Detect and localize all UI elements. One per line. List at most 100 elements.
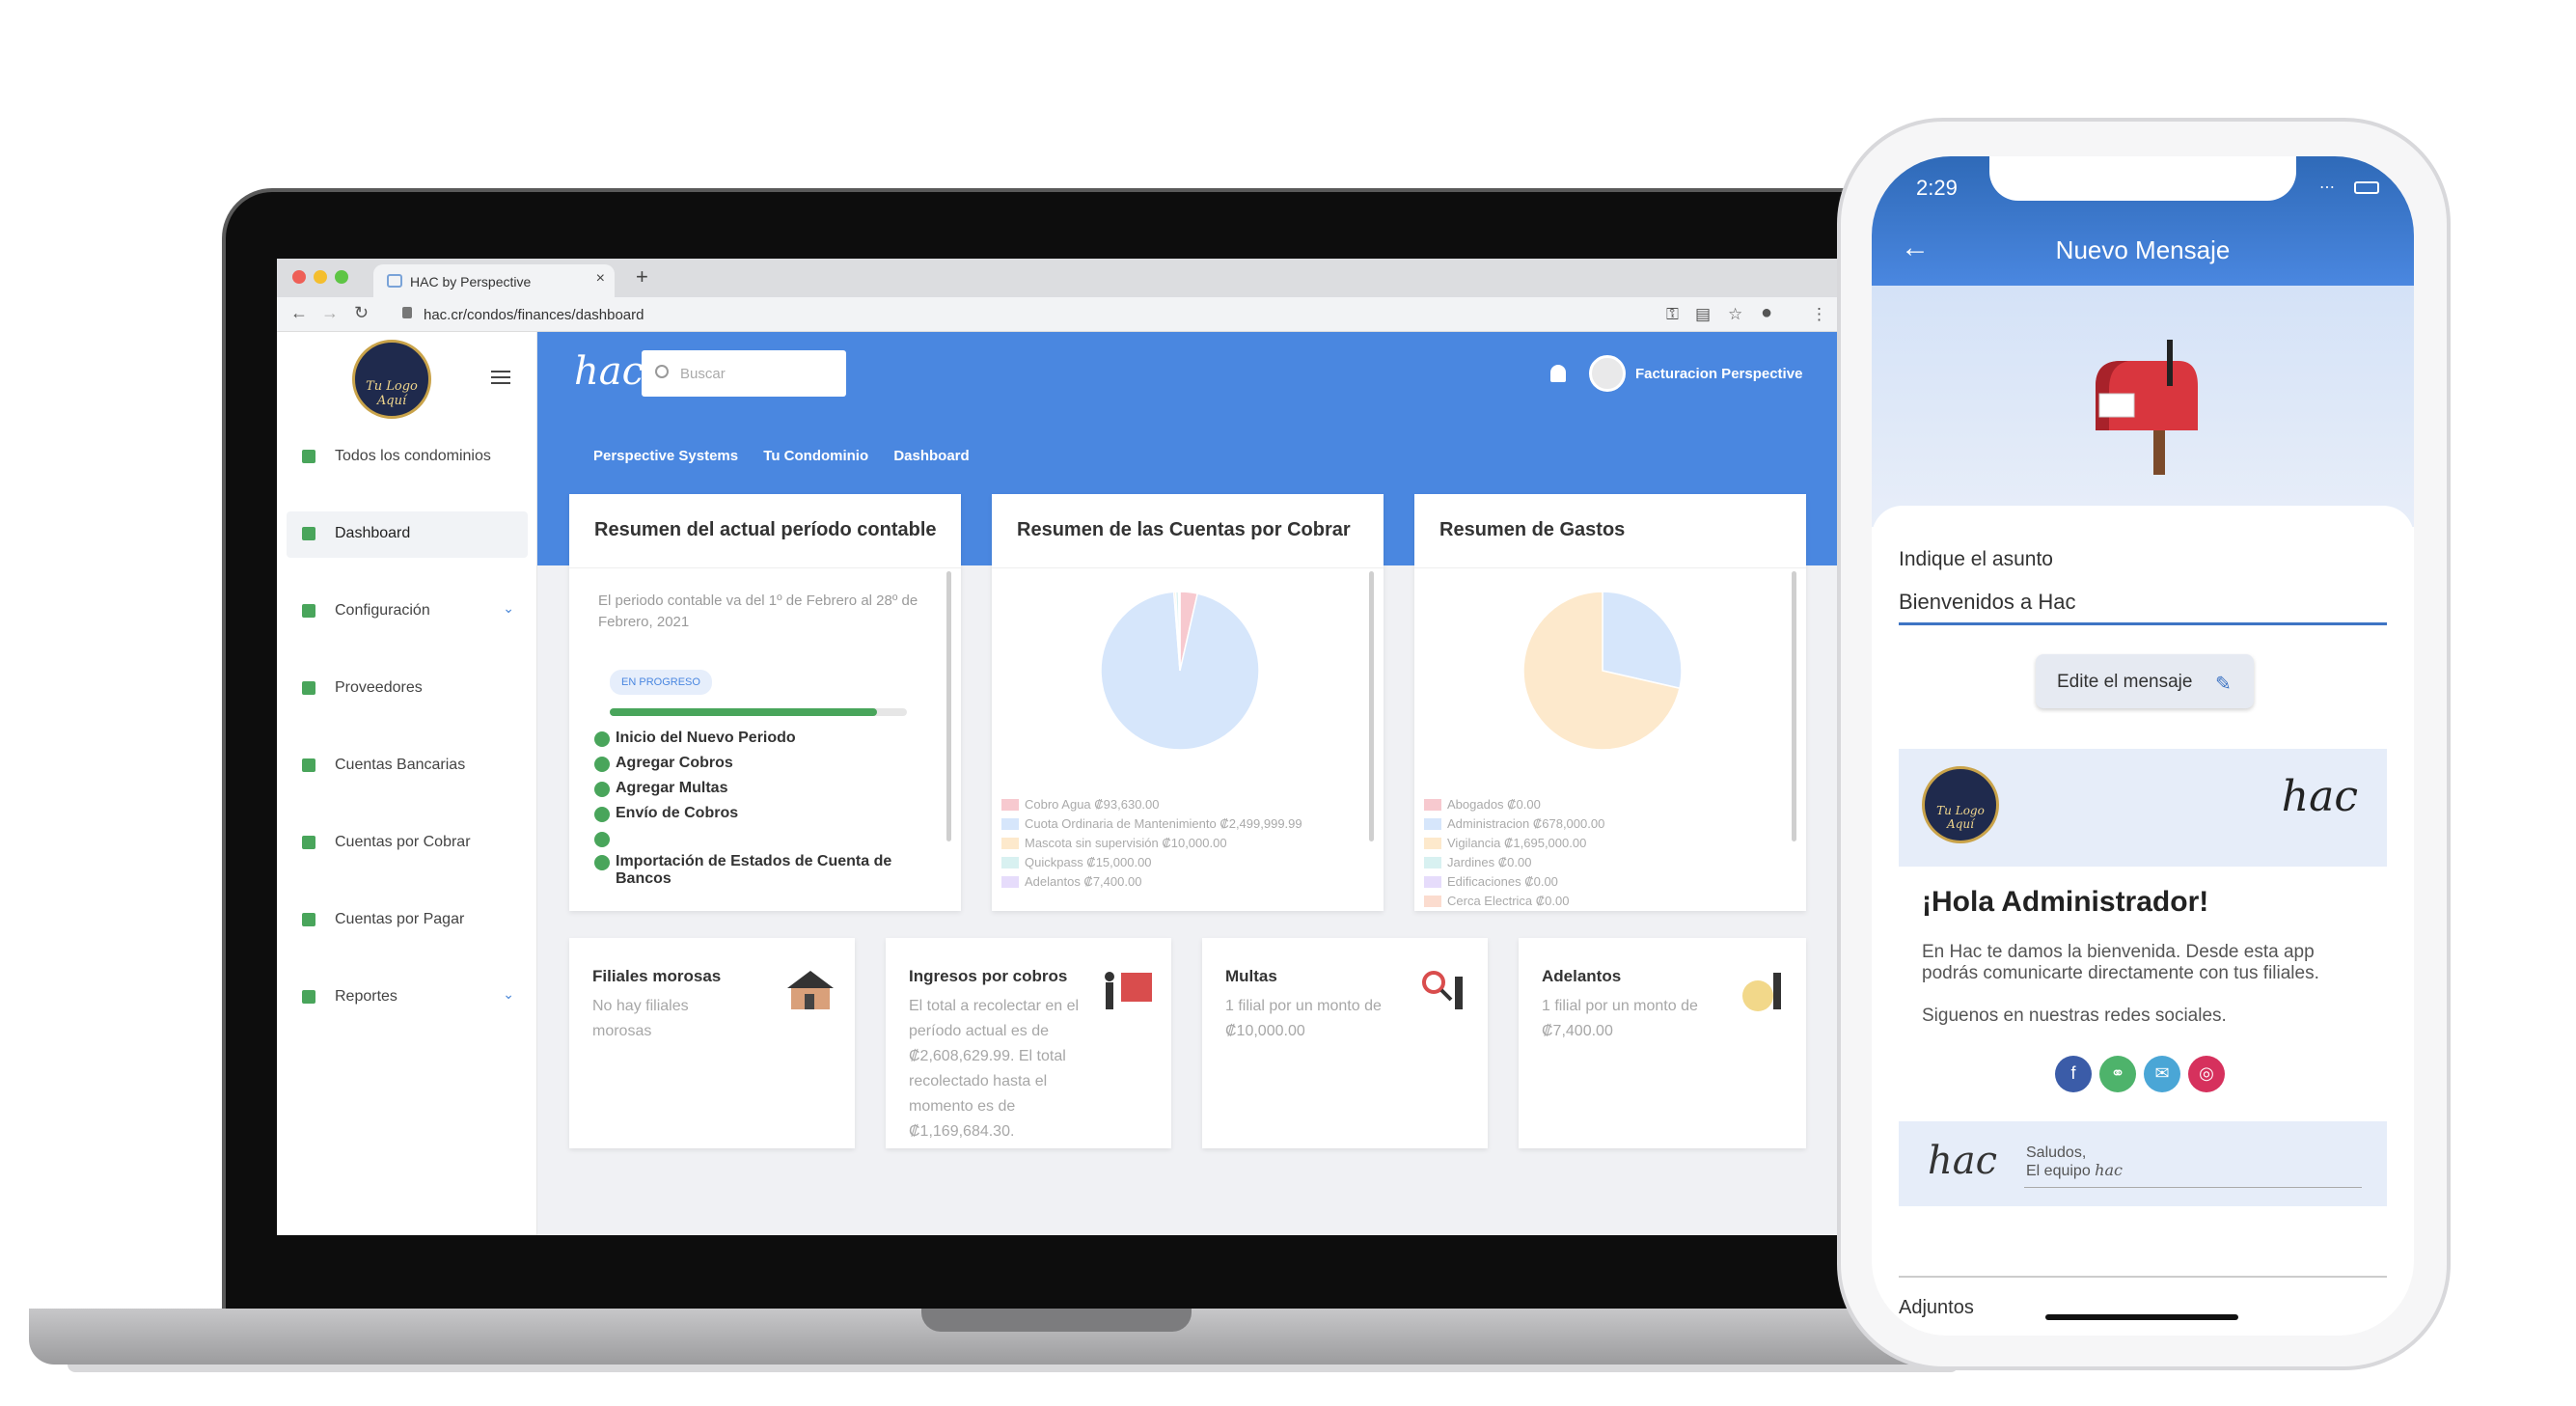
tab-close-icon[interactable]: × (596, 270, 605, 288)
attachments-label[interactable]: Adjuntos (1899, 1297, 1974, 1319)
step-item: Agregar Cobros (594, 755, 922, 772)
legend-item[interactable]: Jardines ₡0.00 (1424, 853, 1604, 872)
legend-swatch (1424, 818, 1441, 830)
star-icon[interactable]: ☆ (1728, 305, 1742, 324)
sidebar-item-label: Cuentas Bancarias (335, 757, 466, 773)
bell-icon[interactable] (1550, 365, 1566, 382)
sidebar-item[interactable]: Dashboard (287, 511, 528, 558)
hac-logo[interactable]: hac (574, 349, 644, 394)
legend-item[interactable]: Mascota sin supervisión ₡10,000.00 (1001, 834, 1302, 853)
legend-item[interactable]: Edificaciones ₡0.00 (1424, 872, 1604, 892)
condo-logo[interactable]: Tu Logo Aquí (352, 340, 431, 419)
mail-icon[interactable]: ✉ (2144, 1056, 2180, 1092)
summary-card-filiales[interactable]: Filiales morosas No hay filiales morosas (569, 938, 855, 1148)
breadcrumb-item[interactable]: Perspective Systems (593, 448, 738, 464)
step-label: Envío de Cobros (616, 805, 739, 821)
laptop-shadow (68, 1365, 1959, 1372)
profile-icon[interactable]: ● (1761, 302, 1772, 324)
sidebar-item-label: Todos los condominios (335, 448, 491, 464)
sidebar-item[interactable]: Proveedores (287, 666, 528, 712)
legend-label: Edificaciones ₡0.00 (1447, 874, 1558, 889)
instagram-icon[interactable]: ◎ (2188, 1056, 2225, 1092)
card-title: Multas (1225, 967, 1277, 985)
sidebar-item[interactable]: Configuración ⌄ (287, 589, 528, 635)
sidebar-item-label: Configuración (335, 602, 430, 619)
legend-label: Cuota Ordinaria de Mantenimiento ₡2,499,… (1025, 816, 1302, 831)
user-name[interactable]: Facturacion Perspective (1635, 366, 1802, 382)
sidebar-item[interactable]: Todos los condominios (287, 434, 528, 481)
scrollbar[interactable] (1792, 571, 1796, 841)
summary-card-adelantos[interactable]: Adelantos 1 filial por un monto de ₡7,40… (1519, 938, 1806, 1148)
legend-item[interactable]: Cobro Agua ₡93,630.00 (1001, 795, 1302, 814)
minimize-window-dot[interactable] (314, 270, 327, 284)
edit-message-button[interactable]: Edite el mensaje ✎ (2036, 654, 2254, 708)
message-body: En Hac te damos la bienvenida. Desde est… (1922, 942, 2319, 983)
forward-arrow-icon[interactable]: → (321, 303, 339, 323)
scrollbar[interactable] (946, 571, 951, 841)
search-input[interactable]: Buscar (642, 350, 846, 397)
sidebar-item[interactable]: Cuentas por Pagar (287, 897, 528, 944)
phone-notch (1989, 156, 2296, 201)
sidebar-item-label: Reportes (335, 988, 397, 1005)
legend-label: Cobro Agua ₡93,630.00 (1025, 797, 1160, 812)
url-field[interactable]: hac.cr/condos/finances/dashboard (424, 307, 644, 323)
browser-tab-strip: HAC by Perspective × + (277, 259, 1840, 297)
chevron-down-icon[interactable]: ⌄ (503, 600, 514, 617)
summary-card-multas[interactable]: Multas 1 filial por un monto de ₡10,000.… (1202, 938, 1488, 1148)
legend-item[interactable]: Adelantos ₡7,400.00 (1001, 872, 1302, 892)
legend-item[interactable]: Quickpass ₡15,000.00 (1001, 853, 1302, 872)
sidebar-item-label: Dashboard (335, 525, 411, 541)
search-placeholder: Buscar (680, 366, 726, 382)
condo-logo: Tu Logo Aquí (1922, 766, 1999, 843)
new-tab-icon[interactable]: + (636, 264, 648, 289)
check-icon (594, 731, 610, 747)
facebook-icon[interactable]: f (2055, 1056, 2092, 1092)
legend-label: Abogados ₡0.00 (1447, 797, 1541, 812)
legend-item[interactable]: Vigilancia ₡1,695,000.00 (1424, 834, 1604, 853)
close-window-dot[interactable] (292, 270, 306, 284)
pencil-icon: ✎ (2215, 674, 2232, 695)
legend-swatch (1001, 857, 1019, 868)
hamburger-menu-icon[interactable] (491, 371, 510, 384)
subject-input[interactable] (1899, 581, 2387, 625)
message-greeting: ¡Hola Administrador! (1922, 886, 2209, 918)
page-title: Nuevo Mensaje (2055, 235, 2231, 264)
legend-item[interactable]: Cerca Electrica ₡0.00 (1424, 892, 1604, 911)
breadcrumb-item[interactable]: Tu Condominio (763, 448, 868, 464)
maximize-window-dot[interactable] (335, 270, 348, 284)
breadcrumb-item[interactable]: Dashboard (893, 448, 969, 464)
key-icon[interactable]: ⚿ (1666, 305, 1679, 324)
divider (1414, 567, 1806, 568)
lock-icon (302, 836, 315, 849)
back-arrow-icon[interactable]: ← (290, 303, 308, 323)
legend-item[interactable]: Administracion ₡678,000.00 (1424, 814, 1604, 834)
menu-dots-icon[interactable]: ⋮ (1811, 305, 1827, 324)
chevron-down-icon[interactable]: ⌄ (503, 986, 514, 1003)
legend-swatch (1424, 857, 1441, 868)
legend-swatch (1001, 818, 1019, 830)
hero-banner (1872, 286, 2414, 527)
progress-fill (610, 708, 878, 716)
summary-card-ingresos[interactable]: Ingresos por cobros El total a recolecta… (886, 938, 1171, 1148)
sidebar-item[interactable]: Reportes ⌄ (287, 975, 528, 1021)
legend-item[interactable]: Abogados ₡0.00 (1424, 795, 1604, 814)
gastos-pie-chart (1522, 591, 1683, 751)
link-icon[interactable]: ⚭ (2099, 1056, 2136, 1092)
step-label: Agregar Cobros (616, 755, 733, 771)
legend-label: Adelantos ₡7,400.00 (1025, 874, 1142, 889)
card-title: Resumen de Gastos (1439, 519, 1626, 540)
reload-icon[interactable]: ↻ (354, 303, 369, 323)
sidebar-item[interactable]: Cuentas Bancarias (287, 743, 528, 789)
back-arrow-icon[interactable]: ← (1901, 232, 1930, 264)
lock-icon (302, 913, 315, 926)
sidebar-item[interactable]: Cuentas por Cobrar (287, 820, 528, 867)
translate-icon[interactable]: ▤ (1695, 305, 1711, 324)
legend-item[interactable]: Cuota Ordinaria de Mantenimiento ₡2,499,… (1001, 814, 1302, 834)
status-time: 2:29 (1916, 176, 1958, 200)
period-description: El periodo contable va del 1º de Febrero… (598, 593, 918, 630)
step-item (594, 830, 922, 847)
avatar[interactable] (1589, 355, 1626, 392)
browser-tab[interactable]: HAC by Perspective × (373, 264, 615, 297)
home-indicator (2045, 1314, 2238, 1320)
scrollbar[interactable] (1369, 571, 1374, 841)
